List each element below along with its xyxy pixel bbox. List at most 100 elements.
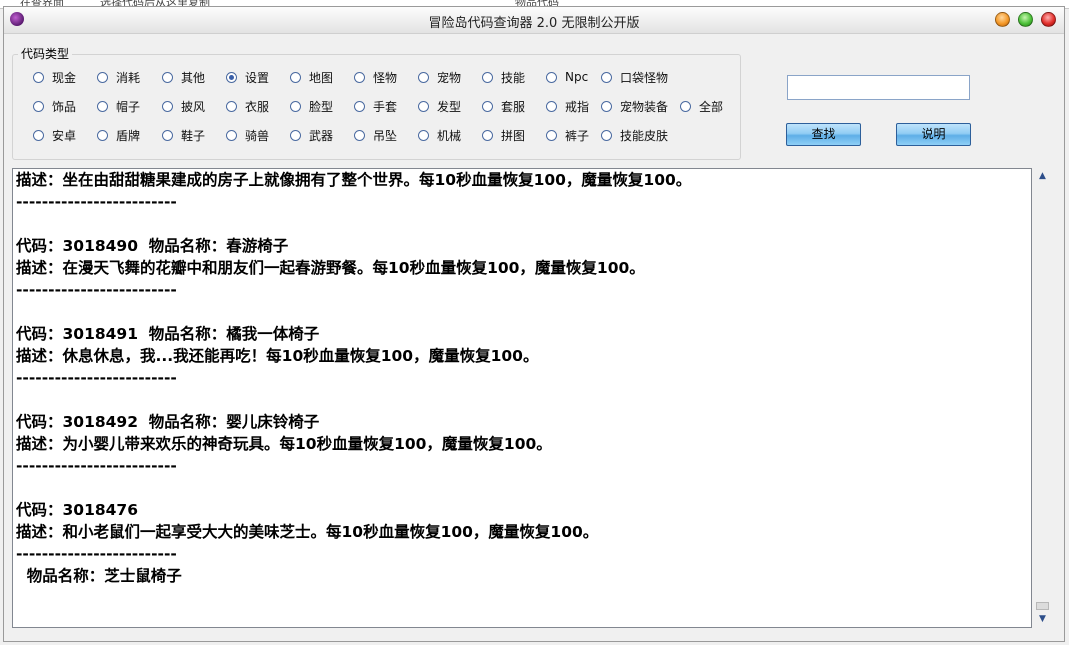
radio-unchecked-icon[interactable] — [601, 129, 612, 141]
radio-option-label: 技能皮肤 — [620, 128, 669, 143]
radio-option[interactable]: 盾牌 — [97, 126, 140, 144]
radio-option-label: 戒指 — [565, 99, 590, 114]
radio-option-label: 口袋怪物 — [620, 70, 669, 85]
radio-option[interactable]: 戒指 — [546, 97, 589, 115]
result-line: 描述：在漫天飞舞的花瓣中和朋友们一起春游野餐。每10秒血量恢复100，魔量恢复1… — [16, 259, 645, 277]
radio-unchecked-icon[interactable] — [482, 129, 493, 141]
radio-option[interactable]: 技能皮肤 — [601, 126, 668, 144]
radio-unchecked-icon[interactable] — [354, 100, 365, 112]
radio-option-label: 裤子 — [565, 128, 590, 143]
radio-option[interactable]: 宠物 — [418, 68, 461, 86]
radio-option[interactable]: 消耗 — [97, 68, 140, 86]
radio-option-label: 武器 — [309, 128, 334, 143]
result-line: ------------------------- — [16, 193, 177, 211]
radio-option-label: 骑兽 — [245, 128, 270, 143]
radio-unchecked-icon[interactable] — [290, 71, 301, 83]
title-bar[interactable]: 冒险岛代码查询器 2.0 无限制公开版 — [4, 7, 1064, 34]
radio-unchecked-icon[interactable] — [680, 100, 691, 112]
radio-option[interactable]: 吊坠 — [354, 126, 397, 144]
radio-option[interactable]: 机械 — [418, 126, 461, 144]
radio-option[interactable]: 怪物 — [354, 68, 397, 86]
radio-option-label: 披风 — [181, 99, 206, 114]
radio-option[interactable]: 裤子 — [546, 126, 589, 144]
radio-option[interactable]: 技能 — [482, 68, 525, 86]
scroll-up-arrow-icon[interactable]: ▲ — [1034, 168, 1051, 185]
radio-unchecked-icon[interactable] — [162, 129, 173, 141]
radio-unchecked-icon[interactable] — [290, 129, 301, 141]
radio-option[interactable]: 帽子 — [97, 97, 140, 115]
scroll-down-arrow-icon[interactable]: ▼ — [1034, 611, 1051, 628]
radio-option[interactable]: 鞋子 — [162, 126, 205, 144]
radio-unchecked-icon[interactable] — [290, 100, 301, 112]
find-button[interactable]: 查找 — [786, 123, 861, 146]
radio-option[interactable]: 武器 — [290, 126, 333, 144]
radio-option[interactable]: 套服 — [482, 97, 525, 115]
radio-option-label: 现金 — [52, 70, 77, 85]
radio-unchecked-icon[interactable] — [546, 129, 557, 141]
radio-option[interactable]: Npc — [546, 68, 588, 86]
radio-option[interactable]: 地图 — [290, 68, 333, 86]
result-line: 描述：为小婴儿带来欢乐的神奇玩具。每10秒血量恢复100，魔量恢复100。 — [16, 435, 552, 453]
radio-option-label: 鞋子 — [181, 128, 206, 143]
radio-unchecked-icon[interactable] — [226, 100, 237, 112]
radio-option[interactable]: 衣服 — [226, 97, 269, 115]
radio-unchecked-icon[interactable] — [33, 129, 44, 141]
radio-option[interactable]: 安卓 — [33, 126, 76, 144]
radio-option[interactable]: 脸型 — [290, 97, 333, 115]
result-line — [16, 301, 1027, 323]
radio-unchecked-icon[interactable] — [354, 71, 365, 83]
result-line: ------------------------- — [16, 281, 177, 299]
radio-option[interactable]: 拼图 — [482, 126, 525, 144]
radio-option-label: 安卓 — [52, 128, 77, 143]
result-line: 描述：和小老鼠们一起享受大大的美味芝士。每10秒血量恢复100，魔量恢复100。 — [16, 523, 599, 541]
radio-option[interactable]: 口袋怪物 — [601, 68, 668, 86]
close-button[interactable] — [1041, 12, 1056, 27]
radio-unchecked-icon[interactable] — [601, 71, 612, 83]
results-textarea[interactable]: 描述：坐在由甜甜糖果建成的房子上就像拥有了整个世界。每10秒血量恢复100，魔量… — [12, 168, 1032, 628]
radio-option[interactable]: 设置 — [226, 68, 269, 86]
radio-unchecked-icon[interactable] — [162, 100, 173, 112]
radio-option[interactable]: 披风 — [162, 97, 205, 115]
radio-option[interactable]: 骑兽 — [226, 126, 269, 144]
radio-option[interactable]: 全部 — [680, 97, 723, 115]
radio-option-label: 拼图 — [501, 128, 526, 143]
result-line: 描述：休息休息，我...我还能再吃！每10秒血量恢复100，魔量恢复100。 — [16, 347, 539, 365]
help-button[interactable]: 说明 — [896, 123, 971, 146]
result-line — [16, 389, 1027, 411]
result-line: 代码：3018490 物品名称：春游椅子 — [16, 237, 289, 255]
radio-option[interactable]: 发型 — [418, 97, 461, 115]
search-input[interactable] — [787, 75, 970, 100]
radio-option-label: 其他 — [181, 70, 206, 85]
radio-option-label: 宠物装备 — [620, 99, 669, 114]
radio-checked-icon[interactable] — [226, 71, 237, 83]
minimize-button[interactable] — [995, 12, 1010, 27]
result-line: ------------------------- — [16, 369, 177, 387]
radio-unchecked-icon[interactable] — [33, 100, 44, 112]
radio-unchecked-icon[interactable] — [97, 71, 108, 83]
maximize-button[interactable] — [1018, 12, 1033, 27]
scrollbar-thumb[interactable] — [1036, 602, 1049, 610]
radio-unchecked-icon[interactable] — [482, 71, 493, 83]
radio-option[interactable]: 现金 — [33, 68, 76, 86]
results-scrollbar[interactable]: ▲ ▼ — [1034, 168, 1051, 628]
radio-unchecked-icon[interactable] — [418, 100, 429, 112]
radio-unchecked-icon[interactable] — [354, 129, 365, 141]
radio-unchecked-icon[interactable] — [482, 100, 493, 112]
radio-option[interactable]: 手套 — [354, 97, 397, 115]
radio-unchecked-icon[interactable] — [418, 129, 429, 141]
radio-option[interactable]: 宠物装备 — [601, 97, 668, 115]
radio-option[interactable]: 饰品 — [33, 97, 76, 115]
radio-unchecked-icon[interactable] — [33, 71, 44, 83]
result-line — [16, 213, 1027, 235]
radio-option[interactable]: 其他 — [162, 68, 205, 86]
radio-unchecked-icon[interactable] — [546, 100, 557, 112]
radio-unchecked-icon[interactable] — [97, 100, 108, 112]
radio-option-label: 消耗 — [116, 70, 141, 85]
radio-unchecked-icon[interactable] — [226, 129, 237, 141]
radio-unchecked-icon[interactable] — [418, 71, 429, 83]
radio-unchecked-icon[interactable] — [162, 71, 173, 83]
result-line: 描述：坐在由甜甜糖果建成的房子上就像拥有了整个世界。每10秒血量恢复100，魔量… — [16, 171, 692, 189]
radio-unchecked-icon[interactable] — [601, 100, 612, 112]
radio-unchecked-icon[interactable] — [97, 129, 108, 141]
radio-unchecked-icon[interactable] — [546, 71, 557, 83]
